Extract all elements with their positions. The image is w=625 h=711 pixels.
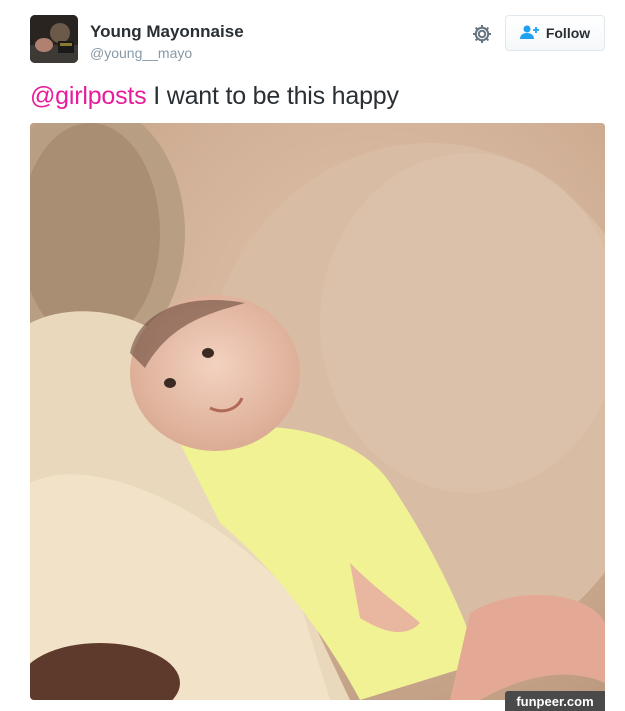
avatar-image (30, 15, 78, 63)
tweet-body: I want to be this happy (146, 82, 399, 110)
tweet-photo[interactable] (30, 123, 605, 700)
author-name[interactable]: Young Mayonnaise (90, 22, 244, 42)
tweet-text: @girlposts I want to be this happy (30, 82, 399, 111)
follow-button[interactable]: Follow (505, 15, 605, 51)
follow-label: Follow (545, 25, 591, 41)
photo-image (30, 123, 605, 700)
gear-icon[interactable] (470, 22, 494, 46)
watermark: funpeer.com (505, 691, 605, 711)
author-handle[interactable]: @young__mayo (90, 45, 192, 61)
mention-link[interactable]: @girlposts (30, 82, 147, 110)
add-person-icon (519, 25, 540, 42)
avatar[interactable] (30, 15, 78, 63)
